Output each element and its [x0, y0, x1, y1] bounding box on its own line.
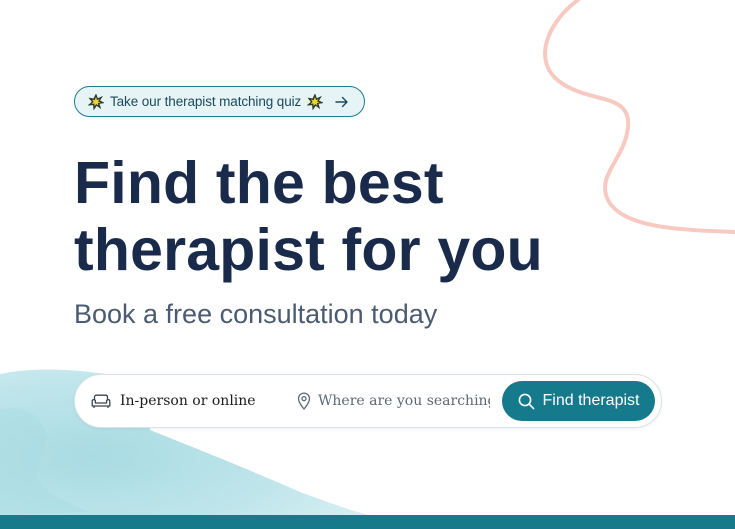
find-therapist-button[interactable]: Find therapist: [502, 381, 655, 421]
sparkle-burst-icon: [88, 93, 104, 110]
page-title: Find the best therapist for you: [74, 150, 543, 284]
find-therapist-label: Find therapist: [542, 392, 640, 409]
headline-line-1: Find the best: [74, 150, 444, 216]
session-mode-selector[interactable]: In-person or online: [91, 375, 256, 427]
section-divider-band: [0, 515, 735, 529]
subheadline: Book a free consultation today: [74, 299, 438, 329]
location-search-input[interactable]: [318, 393, 490, 409]
location-field: [297, 375, 490, 427]
session-mode-label: In-person or online: [120, 393, 256, 409]
quiz-link-label: Take our therapist matching quiz: [110, 94, 302, 109]
headline-line-2: therapist for you: [74, 217, 543, 283]
sofa-icon: [91, 394, 111, 408]
map-pin-icon: [297, 392, 311, 410]
therapist-search-bar: In-person or online Find therapist: [74, 374, 662, 428]
quiz-link[interactable]: Take our therapist matching quiz: [74, 86, 365, 117]
arrow-right-icon: [335, 96, 348, 107]
search-icon: [518, 393, 534, 409]
sparkle-burst-icon: [307, 93, 324, 110]
